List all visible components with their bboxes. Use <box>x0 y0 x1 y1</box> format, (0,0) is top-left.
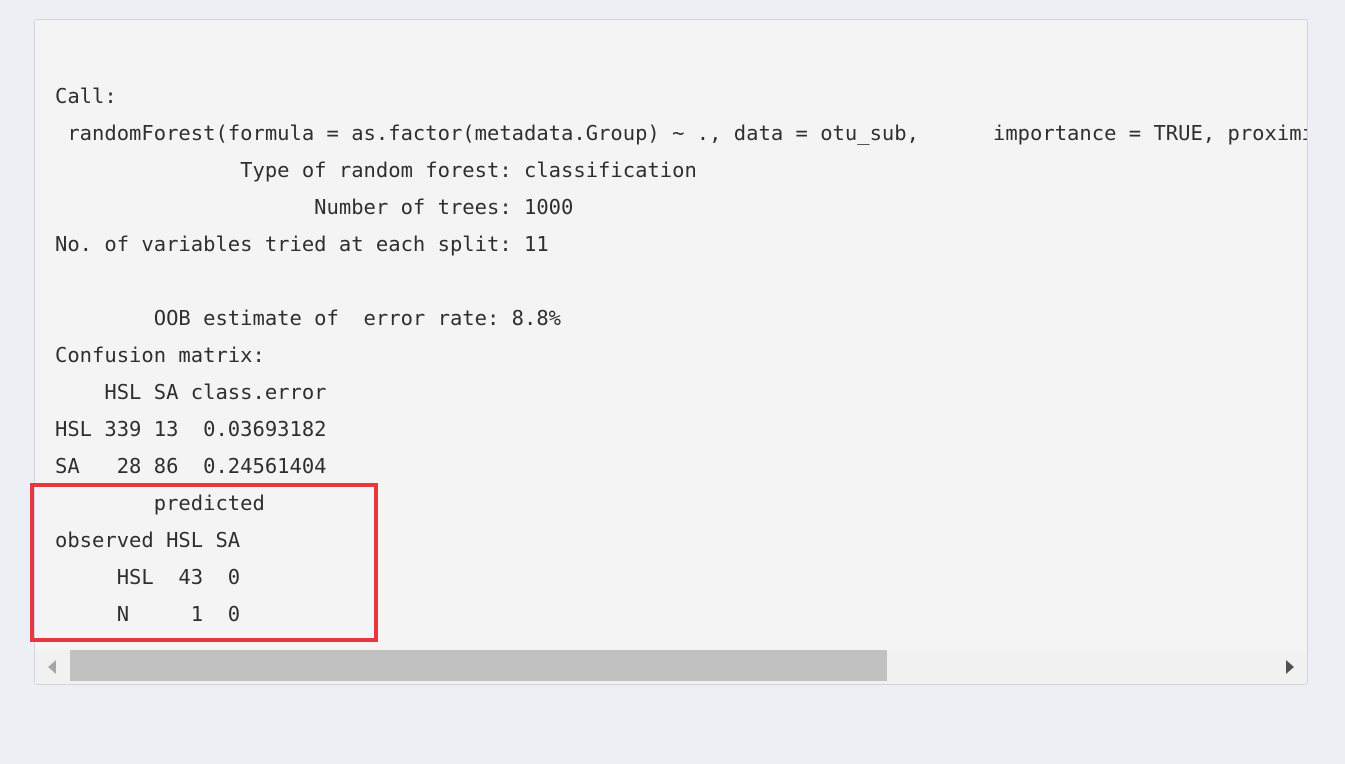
output-line-tree-count: Number of trees: 1000 <box>55 195 574 219</box>
output-line-confusion-row-sa: SA 28 86 0.24561404 <box>55 454 327 478</box>
scroll-left-button[interactable] <box>35 650 69 684</box>
output-line-call-label: Call: <box>55 84 117 108</box>
output-line-oob-error: OOB estimate of error rate: 8.8% <box>55 306 562 330</box>
triangle-right-icon <box>1286 660 1294 674</box>
output-line-mtry: No. of variables tried at each split: 11 <box>55 232 549 256</box>
output-line-blank <box>55 263 1307 300</box>
output-line-confusion-row-hsl: HSL 339 13 0.03693182 <box>55 417 327 441</box>
triangle-left-icon <box>48 660 56 674</box>
highlight-annotation-box <box>30 483 378 642</box>
output-line-call: randomForest(formula = as.factor(metadat… <box>67 121 1307 145</box>
horizontal-scrollbar[interactable] <box>35 650 1307 684</box>
output-line-confusion-title: Confusion matrix: <box>55 343 265 367</box>
scrollbar-thumb[interactable] <box>70 650 887 681</box>
output-line-confusion-header: HSL SA class.error <box>55 380 327 404</box>
output-line-forest-type: Type of random forest: classification <box>55 158 697 182</box>
scroll-right-button[interactable] <box>1273 650 1307 684</box>
